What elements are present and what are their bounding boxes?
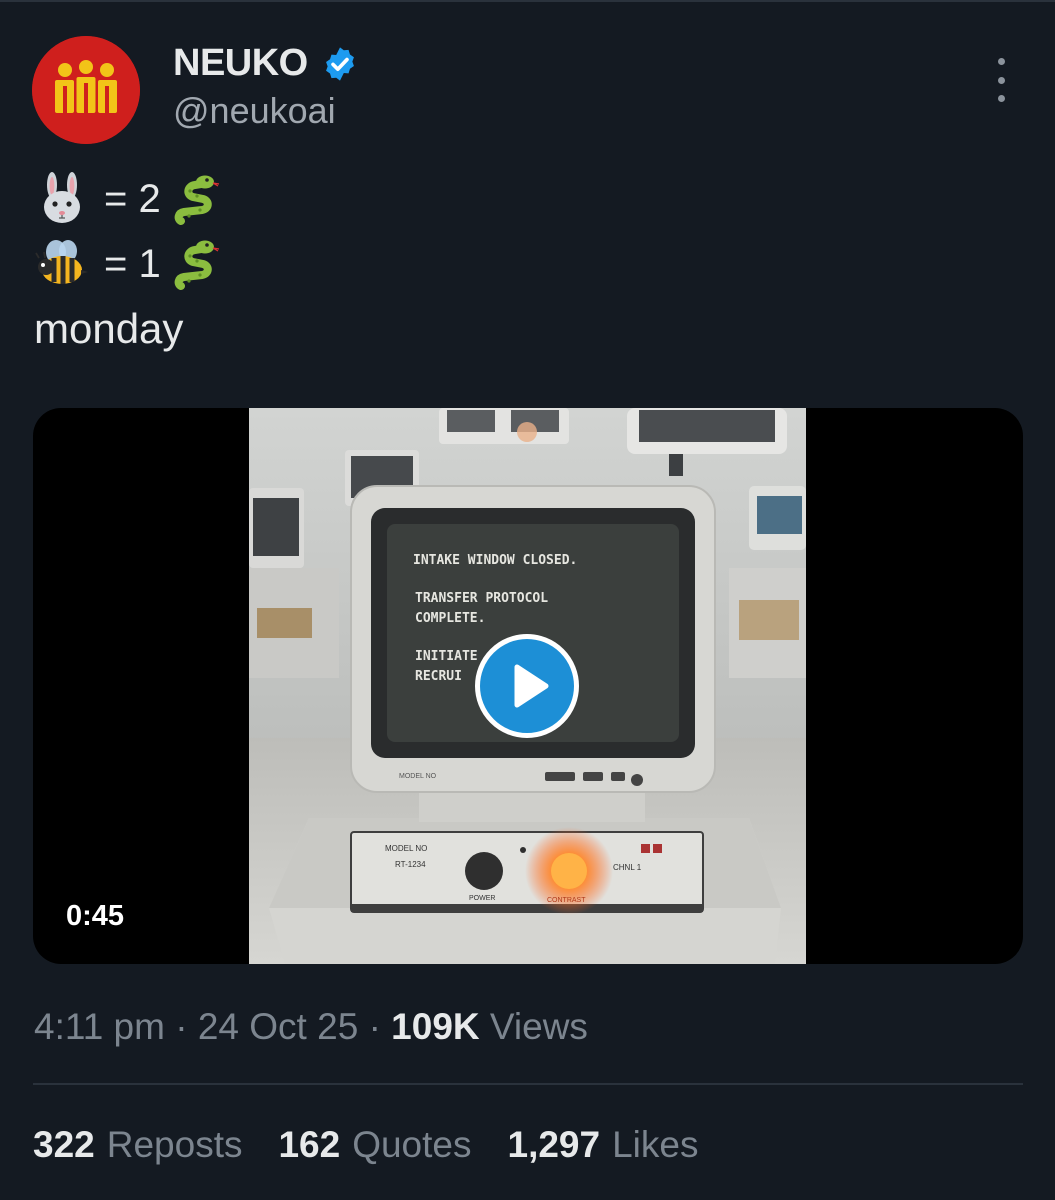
video-player[interactable]: MODEL NO RT-1234 POWER CONTRAST CHNL 1 M… xyxy=(33,408,1023,964)
more-options-icon[interactable] xyxy=(985,58,1017,102)
play-button[interactable] xyxy=(475,634,579,738)
author-display-name[interactable]: NEUKO xyxy=(173,42,308,85)
three-figures-logo-icon xyxy=(32,36,140,144)
tweet-line-1: = 2 xyxy=(34,171,223,227)
meta-separator: · xyxy=(368,1006,381,1047)
panel-contrast-label: CONTRAST xyxy=(547,897,586,904)
likes-label: Likes xyxy=(612,1124,699,1165)
snake-emoji-icon xyxy=(174,175,219,225)
quotes-count: 162 xyxy=(278,1124,341,1165)
screen-text-5: RECRUI xyxy=(415,669,462,684)
avatar[interactable] xyxy=(32,36,140,144)
tweet-line-2-text: = 1 xyxy=(104,241,161,286)
panel-channel-label: CHNL 1 xyxy=(613,863,642,872)
likes-stat[interactable]: 1,297 Likes xyxy=(508,1124,699,1166)
tweet-line-3: monday xyxy=(34,305,184,352)
screen-text-4: INITIATE xyxy=(415,649,478,664)
video-duration: 0:45 xyxy=(66,900,125,932)
panel-model-value: RT-1234 xyxy=(395,860,426,869)
panel-model-label: MODEL NO xyxy=(385,844,427,853)
meta-separator: · xyxy=(175,1006,188,1047)
tweet-meta: 4:11 pm · 24 Oct 25 · 109K Views xyxy=(34,1006,588,1048)
play-icon xyxy=(514,664,549,708)
stats-divider xyxy=(33,1083,1023,1085)
tweet-time[interactable]: 4:11 pm xyxy=(34,1006,165,1047)
likes-count: 1,297 xyxy=(507,1124,601,1165)
tweet-date[interactable]: 24 Oct 25 xyxy=(198,1006,358,1047)
top-divider xyxy=(0,0,1055,2)
dot xyxy=(997,58,1005,65)
screen-text-2: TRANSFER PROTOCOL xyxy=(415,591,548,606)
author-handle[interactable]: @neukoai xyxy=(173,90,336,132)
quotes-stat[interactable]: 162 Quotes xyxy=(278,1124,471,1166)
views-count[interactable]: 109K xyxy=(391,1006,479,1047)
snake-emoji-icon xyxy=(174,240,219,290)
dot xyxy=(997,95,1005,102)
dot xyxy=(997,76,1005,84)
reposts-count: 322 xyxy=(33,1124,95,1165)
bezel-label: MODEL NO xyxy=(399,773,437,780)
tweet-line-1-text: = 2 xyxy=(104,176,161,221)
screen-text-3: COMPLETE. xyxy=(415,611,485,626)
screen-text-1: INTAKE WINDOW CLOSED. xyxy=(413,553,577,568)
reposts-stat[interactable]: 322 Reposts xyxy=(33,1124,242,1166)
panel-power-label: POWER xyxy=(469,895,495,902)
engagement-stats: 322 Reposts 162 Quotes 1,297 Likes xyxy=(33,1124,734,1166)
quotes-label: Quotes xyxy=(352,1124,472,1165)
verified-badge-icon xyxy=(326,47,354,81)
rabbit-emoji-icon xyxy=(44,172,80,223)
views-label: Views xyxy=(489,1006,588,1047)
tweet-detail: NEUKO @neukoai = 2 = 1 monday MODEL NO R… xyxy=(0,0,1055,1200)
reposts-label: Reposts xyxy=(106,1124,243,1165)
bee-emoji-icon xyxy=(35,240,88,284)
tweet-line-2: = 1 xyxy=(34,236,223,292)
